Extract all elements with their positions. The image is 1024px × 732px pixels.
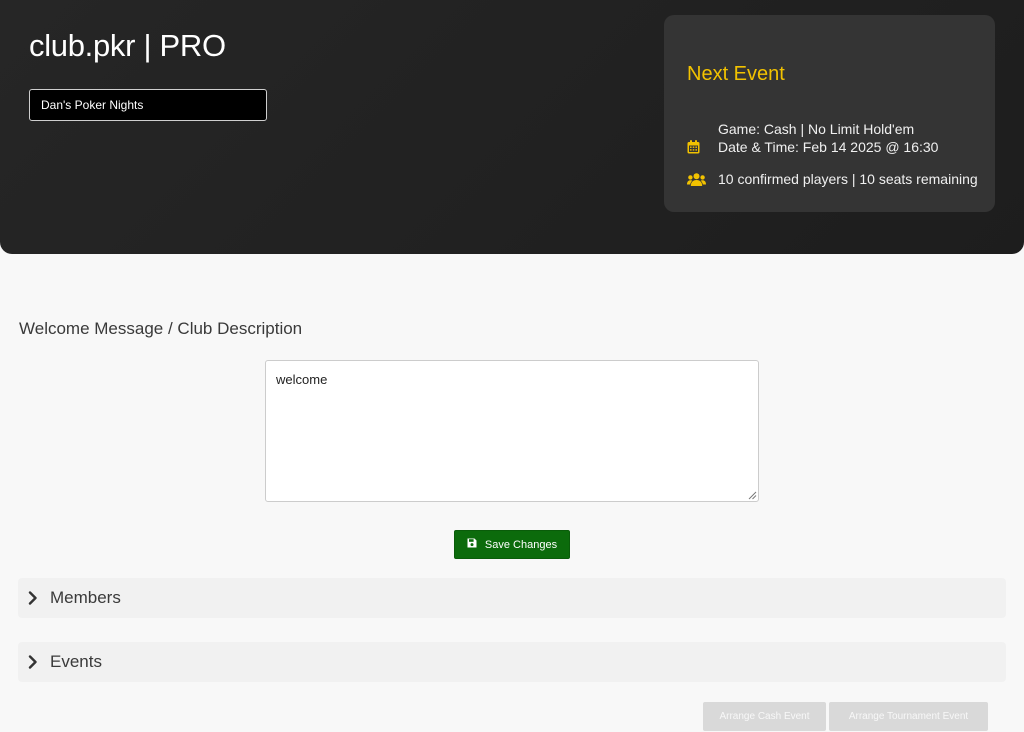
- save-changes-label: Save Changes: [484, 538, 558, 551]
- welcome-section-label: Welcome Message / Club Description: [19, 319, 303, 338]
- chevron-right-icon: [28, 654, 42, 670]
- chevron-right-icon: [28, 590, 42, 606]
- users-icon: [687, 172, 718, 186]
- next-event-players-row: 10 confirmed players | 10 seats remainin…: [687, 169, 987, 189]
- events-accordion-label: Events: [50, 652, 102, 671]
- welcome-message-textarea[interactable]: [265, 360, 759, 502]
- calendar-icon: [687, 140, 718, 154]
- next-event-date-row: Date & Time: Feb 14 2025 @ 16:30: [687, 137, 987, 157]
- floppy-disk-icon: [467, 538, 477, 551]
- arrange-cash-event-button[interactable]: Arrange Cash Event: [703, 702, 826, 731]
- header: club.pkr | PRO Dan's Poker Nights Next E…: [0, 0, 1024, 254]
- next-event-game: Game: Cash | No Limit Hold'em: [718, 121, 915, 137]
- next-event-players: 10 confirmed players | 10 seats remainin…: [718, 171, 978, 187]
- club-selector[interactable]: Dan's Poker Nights: [29, 89, 267, 121]
- next-event-title: Next Event: [687, 63, 785, 85]
- save-changes-button[interactable]: Save Changes: [454, 530, 570, 559]
- members-accordion[interactable]: Members: [18, 578, 1006, 618]
- next-event-card: Next Event Game: Cash | No Limit Hold'em: [664, 15, 995, 212]
- next-event-date-time: Date & Time: Feb 14 2025 @ 16:30: [718, 139, 939, 155]
- app-title: club.pkr | PRO: [29, 28, 226, 63]
- arrange-tournament-event-button[interactable]: Arrange Tournament Event: [829, 702, 988, 731]
- next-event-game-row: Game: Cash | No Limit Hold'em: [687, 119, 987, 139]
- resize-grip-icon[interactable]: [748, 491, 757, 500]
- events-accordion[interactable]: Events: [18, 642, 1006, 682]
- members-accordion-label: Members: [50, 588, 121, 607]
